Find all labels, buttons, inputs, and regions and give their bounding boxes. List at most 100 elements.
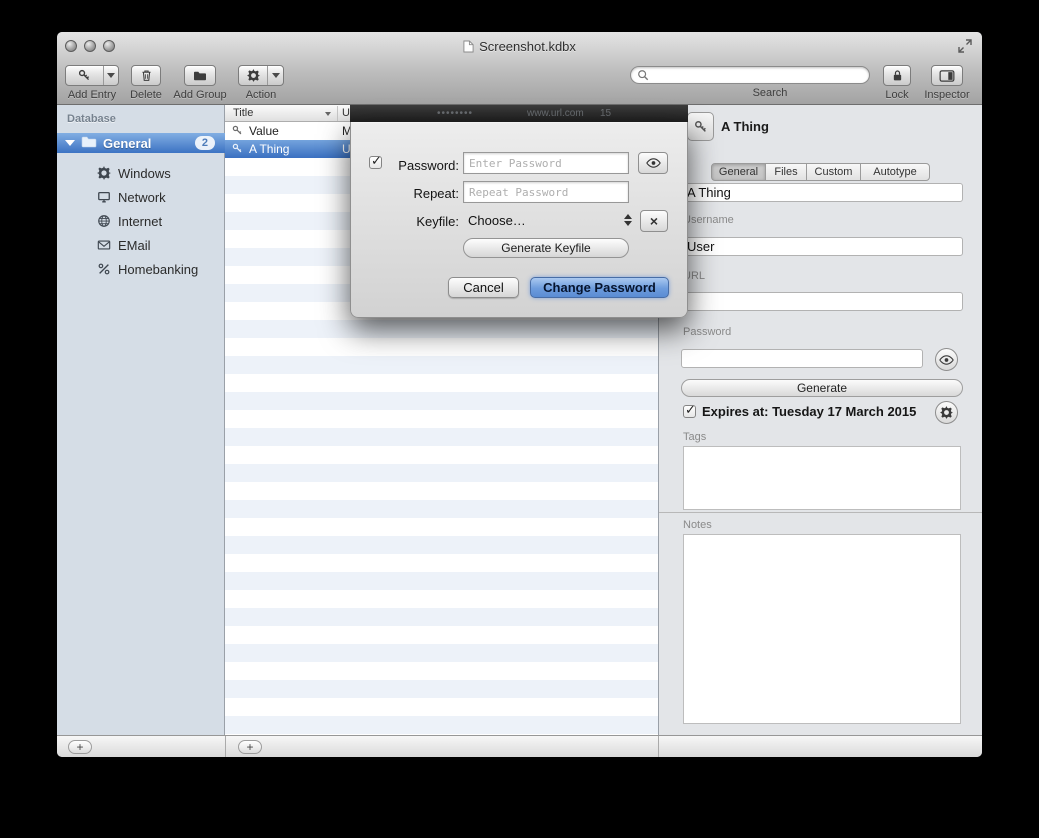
inspector-button[interactable]	[931, 65, 963, 86]
sheet-password-input[interactable]	[463, 152, 629, 174]
password-field[interactable]	[681, 349, 923, 368]
tab-files[interactable]: Files	[765, 163, 807, 181]
window-chrome: Screenshot.kdbx Add Entry	[57, 32, 982, 105]
tab-custom[interactable]: Custom	[806, 163, 861, 181]
column-header-title[interactable]: Title	[233, 107, 253, 119]
add-entry-plus-button[interactable]: +	[238, 740, 262, 754]
add-group-button[interactable]	[184, 65, 216, 86]
close-icon: ×	[650, 213, 658, 229]
sort-indicator-icon	[325, 112, 331, 116]
expires-checkbox[interactable]: ✓	[683, 405, 696, 418]
delete-button[interactable]	[131, 65, 161, 86]
lock-label: Lock	[881, 89, 913, 101]
title-field[interactable]	[681, 183, 963, 202]
url-field[interactable]	[681, 292, 963, 311]
toolbar-add-entry: Add Entry	[65, 65, 119, 101]
notes-textarea[interactable]	[683, 534, 961, 724]
generate-keyfile-button[interactable]: Generate Keyfile	[463, 238, 629, 258]
cancel-button[interactable]: Cancel	[448, 277, 519, 298]
tab-general[interactable]: General	[711, 163, 766, 181]
sidebar-group-general[interactable]: General 2	[57, 133, 225, 153]
toolbar-delete: Delete	[128, 65, 164, 101]
chevron-down-icon	[107, 73, 115, 78]
folder-icon	[193, 70, 207, 82]
desktop-background: Screenshot.kdbx Add Entry	[0, 0, 1039, 838]
monitor-icon	[97, 190, 111, 204]
expires-settings-button[interactable]	[935, 401, 958, 424]
sidebar-section-header: Database	[67, 113, 116, 125]
sidebar-item-label: Network	[118, 190, 166, 205]
inspector-tabs: General Files Custom Autotype	[711, 163, 930, 181]
tags-textarea[interactable]	[683, 446, 961, 510]
popup-stepper-icon	[624, 214, 632, 226]
tab-autotype[interactable]: Autotype	[860, 163, 930, 181]
document-icon	[463, 40, 474, 53]
sheet-show-password-button[interactable]	[638, 152, 668, 174]
eye-icon	[939, 355, 954, 365]
sidebar-item-email[interactable]: EMail	[57, 233, 225, 257]
inspector-panel: A Thing General Files Custom Autotype Us…	[658, 105, 982, 735]
keyfile-popup[interactable]: Choose…	[463, 209, 636, 231]
lock-button[interactable]	[883, 65, 911, 86]
action-dropdown[interactable]	[267, 66, 283, 85]
expires-label: Expires at: Tuesday 17 March 2015	[702, 404, 916, 419]
inspector-divider	[659, 512, 982, 513]
envelope-icon	[97, 238, 111, 252]
sheet-shadow-band: •••••••• www.url.com 15	[350, 105, 688, 122]
gear-icon	[239, 66, 267, 85]
delete-label: Delete	[128, 89, 164, 101]
sidebar-item-internet[interactable]: Internet	[57, 209, 225, 233]
bottom-bar-divider	[658, 736, 659, 757]
fullscreen-icon[interactable]	[958, 39, 972, 53]
bottom-bar: + +	[57, 735, 982, 757]
entry-key-icon	[687, 112, 714, 141]
sheet-body: ✓ Password: Repeat: Keyfile: Choose…	[350, 122, 688, 318]
sidebar-item-homebanking[interactable]: Homebanking	[57, 257, 225, 281]
clear-keyfile-button[interactable]: ×	[640, 210, 668, 232]
action-button[interactable]	[238, 65, 284, 86]
add-entry-button[interactable]	[65, 65, 119, 86]
column-divider[interactable]	[337, 106, 338, 121]
add-group-plus-button[interactable]: +	[68, 740, 92, 754]
sheet-repeat-input[interactable]	[463, 181, 629, 203]
inspector-panel-icon	[939, 70, 955, 82]
generate-password-button[interactable]: Generate	[681, 379, 963, 397]
sidebar-item-windows[interactable]: Windows	[57, 161, 225, 185]
group-count-badge: 2	[195, 136, 215, 150]
add-entry-label: Add Entry	[65, 89, 119, 101]
action-label: Action	[238, 89, 284, 101]
chevron-down-icon	[272, 73, 280, 78]
gear-icon	[97, 166, 111, 180]
inspector-entry-title: A Thing	[721, 119, 769, 134]
notes-label: Notes	[683, 519, 712, 531]
username-field[interactable]	[681, 237, 963, 256]
entry-title-cell: Value	[249, 122, 279, 140]
search-icon	[637, 69, 649, 81]
change-password-button[interactable]: Change Password	[530, 277, 669, 298]
sheet-keyfile-label: Keyfile:	[371, 214, 459, 229]
sheet-password-label: Password:	[371, 158, 459, 173]
expires-row: ✓ Expires at: Tuesday 17 March 2015	[683, 404, 916, 419]
search-input[interactable]	[653, 68, 869, 82]
sidebar-item-label: Internet	[118, 214, 162, 229]
globe-icon	[97, 214, 111, 228]
sidebar-item-label: EMail	[118, 238, 151, 253]
checkmark-icon: ✓	[685, 402, 696, 418]
sidebar-group-label: General	[103, 136, 195, 151]
toolbar-lock: Lock	[881, 65, 913, 101]
folder-icon	[81, 135, 97, 151]
percent-icon	[97, 262, 111, 276]
disclosure-triangle-icon[interactable]	[65, 140, 75, 146]
obscured-url-cell: www.url.com	[527, 108, 584, 119]
show-password-button[interactable]	[935, 348, 958, 371]
toolbar-add-group: Add Group	[170, 65, 230, 101]
keyfile-popup-value: Choose…	[468, 213, 526, 228]
sidebar-item-network[interactable]: Network	[57, 185, 225, 209]
window-title: Screenshot.kdbx	[479, 39, 576, 54]
key-icon	[232, 143, 244, 155]
trash-icon	[140, 69, 153, 82]
add-entry-dropdown[interactable]	[103, 66, 118, 85]
obscured-password-cell: ••••••••	[437, 108, 473, 119]
change-password-sheet: •••••••• www.url.com 15 ✓ Password: Repe…	[350, 105, 688, 318]
search-field[interactable]	[630, 66, 870, 84]
